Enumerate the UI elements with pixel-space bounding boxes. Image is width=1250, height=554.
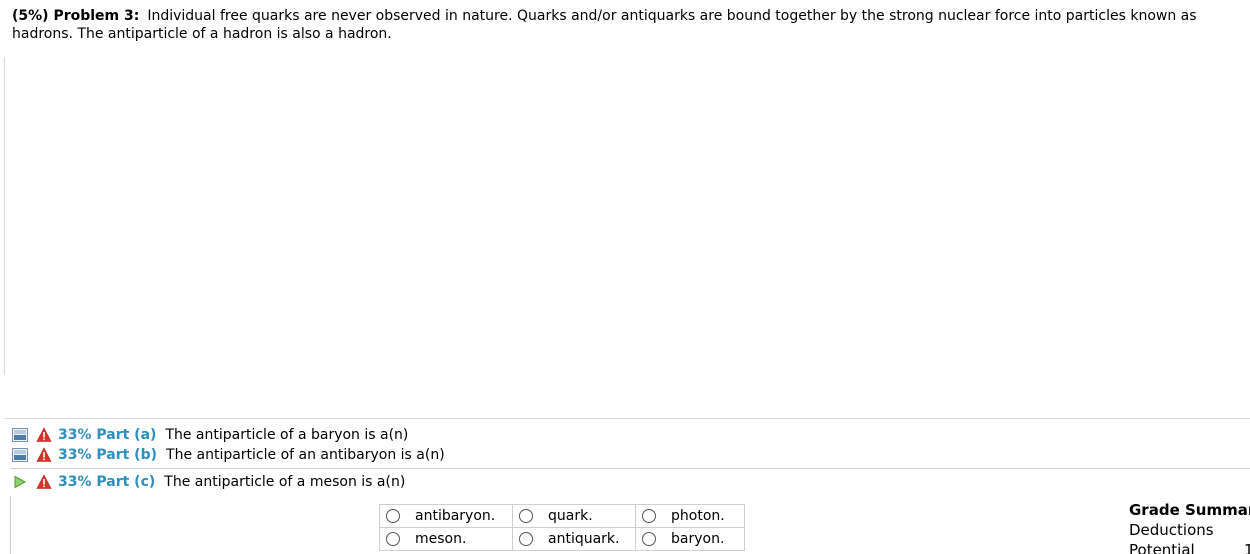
radio-button[interactable] — [519, 532, 533, 546]
choice-label: quark. — [548, 508, 593, 524]
answer-area-border — [10, 496, 11, 554]
part-a-row[interactable]: 33% Part (a) The antiparticle of a baryo… — [12, 425, 408, 445]
choice-option[interactable]: antiquark. — [513, 531, 635, 547]
grade-summary-title: Grade Summary — [1129, 501, 1250, 519]
problem-page: (5%) Problem 3: Individual free quarks ar… — [0, 0, 1250, 554]
potential-value: 1 — [1244, 541, 1250, 554]
grade-summary: Grade Summary Deductions Potential 1 — [1129, 500, 1250, 554]
deductions-line: Deductions — [1129, 520, 1250, 540]
choice-label: photon. — [671, 508, 725, 524]
radio-button[interactable] — [519, 509, 533, 523]
choice-option[interactable]: baryon. — [636, 531, 744, 547]
choice-cell[interactable]: antiquark. — [512, 527, 636, 551]
choice-option[interactable]: quark. — [513, 508, 635, 524]
choice-cell[interactable]: meson. — [379, 527, 513, 551]
choice-option[interactable]: photon. — [636, 508, 744, 524]
part-c-question: The antiparticle of a meson is a(n) — [164, 474, 406, 490]
part-b-row[interactable]: 33% Part (b) The antiparticle of an anti… — [12, 445, 445, 465]
parts-top-divider — [4, 418, 1250, 419]
part-b-label[interactable]: 33% Part (b) — [58, 447, 157, 463]
active-part-divider — [10, 468, 1250, 469]
part-a-question: The antiparticle of a baryon is a(n) — [165, 427, 409, 443]
potential-line: Potential 1 — [1129, 540, 1250, 554]
warning-icon — [36, 427, 52, 443]
choice-cell[interactable]: quark. — [512, 504, 636, 528]
play-triangle-icon[interactable] — [12, 475, 28, 489]
choice-cell[interactable]: baryon. — [635, 527, 745, 551]
part-a-label[interactable]: 33% Part (a) — [58, 427, 156, 443]
radio-button[interactable] — [386, 509, 400, 523]
choice-cell[interactable]: antibaryon. — [379, 504, 513, 528]
answer-choices-table: antibaryon. quark. photon. meson. antiqu… — [379, 504, 745, 551]
radio-button[interactable] — [642, 532, 656, 546]
choice-label: meson. — [415, 531, 467, 547]
potential-label: Potential — [1129, 541, 1195, 554]
radio-button[interactable] — [386, 532, 400, 546]
choices-row: antibaryon. quark. photon. — [379, 504, 745, 528]
warning-icon — [36, 447, 52, 463]
part-c-label[interactable]: 33% Part (c) — [58, 474, 155, 490]
part-c-row[interactable]: 33% Part (c) The antiparticle of a meson… — [12, 472, 405, 492]
radio-button[interactable] — [642, 509, 656, 523]
choice-label: antibaryon. — [415, 508, 496, 524]
collapsed-part-icon[interactable] — [12, 448, 28, 462]
choice-label: antiquark. — [548, 531, 620, 547]
problem-body: Individual free quarks are never observe… — [12, 8, 1197, 42]
choice-cell[interactable]: photon. — [635, 504, 745, 528]
warning-icon — [36, 474, 52, 490]
choices-row: meson. antiquark. baryon. — [379, 527, 745, 551]
part-b-question: The antiparticle of an antibaryon is a(n… — [166, 447, 445, 463]
choice-option[interactable]: antibaryon. — [380, 508, 512, 524]
problem-header: (5%) Problem 3: — [12, 8, 140, 24]
deductions-label: Deductions — [1129, 521, 1214, 539]
problem-left-border — [4, 57, 5, 375]
choice-label: baryon. — [671, 531, 725, 547]
choice-option[interactable]: meson. — [380, 531, 512, 547]
collapsed-part-icon[interactable] — [12, 428, 28, 442]
problem-statement: (5%) Problem 3: Individual free quarks ar… — [12, 7, 1247, 43]
